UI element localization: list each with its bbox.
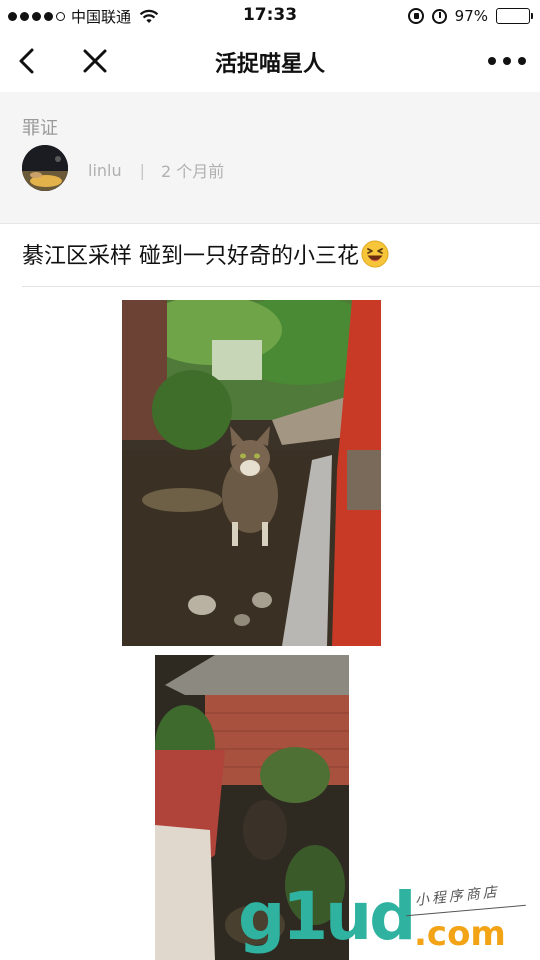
author-meta: linlu | 2 个月前	[88, 158, 224, 182]
post-time: 2 个月前	[161, 162, 225, 181]
cat-photo-image	[122, 300, 381, 646]
more-icon-dot	[503, 57, 511, 65]
watermark-tagline: 小程序商店	[414, 884, 501, 910]
more-button[interactable]	[488, 52, 526, 70]
laughing-emoji-icon	[361, 240, 389, 268]
avatar[interactable]	[22, 145, 68, 191]
alarm-icon	[431, 8, 447, 24]
post-title-text: 綦江区采样 碰到一只好奇的小三花	[22, 244, 359, 269]
watermark: g1ud .com 小程序商店	[238, 882, 538, 960]
post-header-panel: 罪证 linlu | 2 个月前	[0, 92, 540, 224]
more-icon-dot	[518, 57, 526, 65]
status-bar: 中国联通 17:33 97%	[0, 0, 540, 32]
title-divider	[22, 286, 540, 287]
battery-icon	[496, 8, 533, 24]
avatar-image	[22, 145, 68, 191]
close-button[interactable]	[78, 44, 112, 78]
meta-separator: |	[139, 160, 146, 180]
status-right: 97%	[407, 6, 533, 26]
watermark-domain: .com	[414, 914, 506, 954]
post-photo-cat[interactable]	[122, 300, 381, 646]
author-name[interactable]: linlu	[88, 161, 122, 180]
rotation-lock-icon	[407, 8, 424, 24]
watermark-brand: g1ud	[238, 878, 416, 955]
nav-bar: 活捉喵星人	[0, 32, 540, 90]
back-button[interactable]	[12, 44, 46, 78]
category-label[interactable]: 罪证	[22, 114, 58, 140]
battery-percent: 97%	[454, 7, 488, 25]
more-icon-dot	[488, 57, 496, 65]
post-title: 綦江区采样 碰到一只好奇的小三花	[22, 238, 389, 270]
